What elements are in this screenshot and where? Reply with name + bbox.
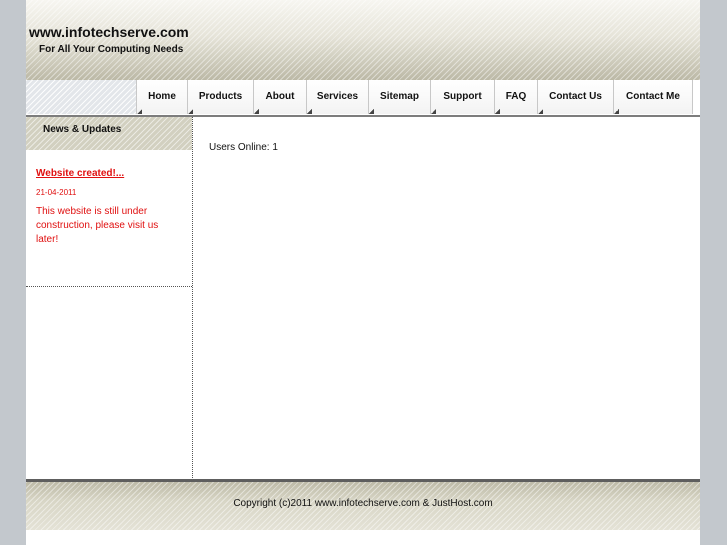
news-body: This website is still under construction… <box>36 206 159 245</box>
nav-item-faq[interactable]: FAQ <box>494 80 537 114</box>
news-panel: Website created!... 21-04-2011 This webs… <box>26 150 192 287</box>
nav-item-services[interactable]: Services <box>306 80 368 114</box>
copyright-text: Copyright (c)2011 www.infotechserve.com … <box>233 498 493 509</box>
users-online-counter: Users Online: 1 <box>209 142 278 153</box>
news-date: 21-04-2011 <box>36 188 77 197</box>
nav-item-home[interactable]: Home <box>136 80 187 114</box>
nav-item-products[interactable]: Products <box>187 80 253 114</box>
nav-decoration <box>26 80 136 114</box>
site-header: www.infotechserve.com For All Your Compu… <box>26 0 700 80</box>
site-tagline: For All Your Computing Needs <box>39 44 184 55</box>
nav-item-contact-us[interactable]: Contact Us <box>537 80 613 114</box>
main-nav: Home Products About Services Sitemap Sup… <box>26 80 700 117</box>
page-container: www.infotechserve.com For All Your Compu… <box>26 0 700 545</box>
nav-item-about[interactable]: About <box>253 80 306 114</box>
site-footer: Copyright (c)2011 www.infotechserve.com … <box>26 479 700 530</box>
sidebar-title: News & Updates <box>43 124 122 135</box>
site-title: www.infotechserve.com <box>29 24 189 40</box>
nav-item-contact-me[interactable]: Contact Me <box>613 80 693 114</box>
main-content: Users Online: 1 <box>193 117 700 478</box>
sidebar-header: News & Updates <box>26 117 192 150</box>
sidebar: News & Updates Website created!... 21-04… <box>26 117 193 478</box>
nav-item-sitemap[interactable]: Sitemap <box>368 80 430 114</box>
news-headline-link[interactable]: Website created!... <box>36 168 124 179</box>
nav-item-support[interactable]: Support <box>430 80 494 114</box>
